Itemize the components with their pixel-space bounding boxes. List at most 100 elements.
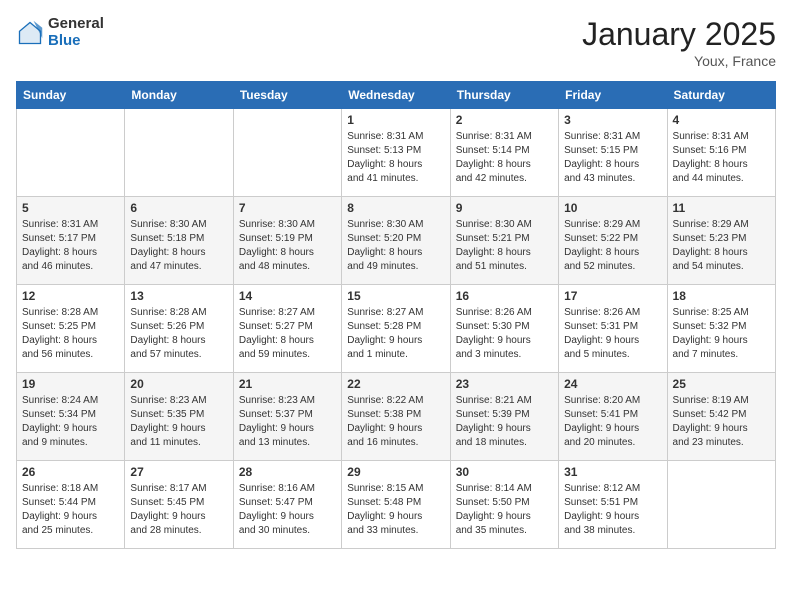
header-day: Monday [125, 82, 233, 109]
day-number: 7 [239, 201, 336, 215]
calendar-week-row: 1Sunrise: 8:31 AM Sunset: 5:13 PM Daylig… [17, 109, 776, 197]
calendar-cell: 20 Sunrise: 8:23 AM Sunset: 5:35 PM Dayli… [125, 373, 233, 461]
day-number: 2 [456, 113, 553, 127]
day-number: 26 [22, 465, 119, 479]
day-number: 30 [456, 465, 553, 479]
day-number: 8 [347, 201, 444, 215]
day-info: Sunrise: 8:20 AM Sunset: 5:41 PM Dayligh… [564, 394, 661, 450]
day-number: 28 [239, 465, 336, 479]
calendar-week-row: 19Sunrise: 8:24 AM Sunset: 5:34 PM Dayli… [17, 373, 776, 461]
calendar-cell: 28 Sunrise: 8:16 AM Sunset: 5:47 PM Dayli… [233, 461, 341, 549]
calendar-cell: 18 Sunrise: 8:25 AM Sunset: 5:32 PM Dayli… [667, 285, 775, 373]
calendar-cell: 23Sunrise: 8:21 AM Sunset: 5:39 PM Dayli… [450, 373, 558, 461]
calendar-week-row: 26Sunrise: 8:18 AM Sunset: 5:44 PM Dayli… [17, 461, 776, 549]
day-info: Sunrise: 8:23 AM Sunset: 5:37 PM Dayligh… [239, 394, 336, 450]
day-info: Sunrise: 8:14 AM Sunset: 5:50 PM Dayligh… [456, 482, 553, 538]
day-info: Sunrise: 8:23 AM Sunset: 5:35 PM Dayligh… [130, 394, 227, 450]
month-title: January 2025 [582, 16, 776, 53]
day-number: 10 [564, 201, 661, 215]
day-info: Sunrise: 8:29 AM Sunset: 5:22 PM Dayligh… [564, 218, 661, 274]
calendar-cell: 13Sunrise: 8:28 AM Sunset: 5:26 PM Dayli… [125, 285, 233, 373]
header-day: Friday [559, 82, 667, 109]
day-number: 25 [673, 377, 770, 391]
day-number: 11 [673, 201, 770, 215]
title-block: January 2025 Youx, France [582, 16, 776, 69]
day-number: 21 [239, 377, 336, 391]
calendar-body: 1Sunrise: 8:31 AM Sunset: 5:13 PM Daylig… [17, 109, 776, 549]
day-number: 6 [130, 201, 227, 215]
calendar-cell: 3 Sunrise: 8:31 AM Sunset: 5:15 PM Daylig… [559, 109, 667, 197]
page-header: General Blue January 2025 Youx, France [16, 16, 776, 69]
header-day: Saturday [667, 82, 775, 109]
day-number: 24 [564, 377, 661, 391]
calendar-cell: 30 Sunrise: 8:14 AM Sunset: 5:50 PM Dayli… [450, 461, 558, 549]
header-row: SundayMondayTuesdayWednesdayThursdayFrid… [17, 82, 776, 109]
day-number: 18 [673, 289, 770, 303]
day-number: 29 [347, 465, 444, 479]
calendar-cell: 14Sunrise: 8:27 AM Sunset: 5:27 PM Dayli… [233, 285, 341, 373]
calendar-week-row: 5 Sunrise: 8:31 AM Sunset: 5:17 PM Daylig… [17, 197, 776, 285]
day-number: 20 [130, 377, 227, 391]
day-number: 5 [22, 201, 119, 215]
calendar-cell: 1Sunrise: 8:31 AM Sunset: 5:13 PM Daylig… [342, 109, 450, 197]
day-info: Sunrise: 8:25 AM Sunset: 5:32 PM Dayligh… [673, 306, 770, 362]
day-number: 15 [347, 289, 444, 303]
day-info: Sunrise: 8:31 AM Sunset: 5:15 PM Dayligh… [564, 130, 661, 186]
day-number: 4 [673, 113, 770, 127]
calendar-cell: 15 Sunrise: 8:27 AM Sunset: 5:28 PM Dayli… [342, 285, 450, 373]
calendar-cell: 10 Sunrise: 8:29 AM Sunset: 5:22 PM Dayli… [559, 197, 667, 285]
day-info: Sunrise: 8:24 AM Sunset: 5:34 PM Dayligh… [22, 394, 119, 450]
day-number: 17 [564, 289, 661, 303]
day-number: 9 [456, 201, 553, 215]
calendar-cell: 26Sunrise: 8:18 AM Sunset: 5:44 PM Dayli… [17, 461, 125, 549]
day-info: Sunrise: 8:30 AM Sunset: 5:19 PM Dayligh… [239, 218, 336, 274]
header-day: Tuesday [233, 82, 341, 109]
day-number: 31 [564, 465, 661, 479]
day-number: 1 [347, 113, 444, 127]
calendar-cell [233, 109, 341, 197]
day-info: Sunrise: 8:19 AM Sunset: 5:42 PM Dayligh… [673, 394, 770, 450]
calendar-cell [125, 109, 233, 197]
day-info: Sunrise: 8:12 AM Sunset: 5:51 PM Dayligh… [564, 482, 661, 538]
header-day: Sunday [17, 82, 125, 109]
day-info: Sunrise: 8:26 AM Sunset: 5:31 PM Dayligh… [564, 306, 661, 362]
location: Youx, France [582, 53, 776, 69]
day-info: Sunrise: 8:30 AM Sunset: 5:21 PM Dayligh… [456, 218, 553, 274]
calendar-cell: 29 Sunrise: 8:15 AM Sunset: 5:48 PM Dayli… [342, 461, 450, 549]
day-info: Sunrise: 8:22 AM Sunset: 5:38 PM Dayligh… [347, 394, 444, 450]
day-info: Sunrise: 8:31 AM Sunset: 5:14 PM Dayligh… [456, 130, 553, 186]
day-number: 27 [130, 465, 227, 479]
calendar-cell: 4Sunrise: 8:31 AM Sunset: 5:16 PM Daylig… [667, 109, 775, 197]
day-number: 13 [130, 289, 227, 303]
logo-general-text: General [48, 16, 104, 33]
calendar-cell: 17 Sunrise: 8:26 AM Sunset: 5:31 PM Dayli… [559, 285, 667, 373]
calendar-cell: 9 Sunrise: 8:30 AM Sunset: 5:21 PM Daylig… [450, 197, 558, 285]
logo: General Blue [16, 16, 104, 49]
day-info: Sunrise: 8:15 AM Sunset: 5:48 PM Dayligh… [347, 482, 444, 538]
calendar-cell: 25 Sunrise: 8:19 AM Sunset: 5:42 PM Dayli… [667, 373, 775, 461]
calendar-cell: 22 Sunrise: 8:22 AM Sunset: 5:38 PM Dayli… [342, 373, 450, 461]
day-info: Sunrise: 8:29 AM Sunset: 5:23 PM Dayligh… [673, 218, 770, 274]
day-info: Sunrise: 8:30 AM Sunset: 5:20 PM Dayligh… [347, 218, 444, 274]
day-number: 14 [239, 289, 336, 303]
day-number: 12 [22, 289, 119, 303]
calendar-cell: 6 Sunrise: 8:30 AM Sunset: 5:18 PM Daylig… [125, 197, 233, 285]
calendar-week-row: 12 Sunrise: 8:28 AM Sunset: 5:25 PM Dayli… [17, 285, 776, 373]
day-info: Sunrise: 8:31 AM Sunset: 5:17 PM Dayligh… [22, 218, 119, 274]
day-info: Sunrise: 8:16 AM Sunset: 5:47 PM Dayligh… [239, 482, 336, 538]
day-info: Sunrise: 8:28 AM Sunset: 5:25 PM Dayligh… [22, 306, 119, 362]
day-number: 22 [347, 377, 444, 391]
day-number: 16 [456, 289, 553, 303]
day-info: Sunrise: 8:30 AM Sunset: 5:18 PM Dayligh… [130, 218, 227, 274]
calendar-cell: 8 Sunrise: 8:30 AM Sunset: 5:20 PM Daylig… [342, 197, 450, 285]
calendar-cell [17, 109, 125, 197]
calendar-cell: 11 Sunrise: 8:29 AM Sunset: 5:23 PM Dayli… [667, 197, 775, 285]
calendar-cell [667, 461, 775, 549]
calendar-cell: 16Sunrise: 8:26 AM Sunset: 5:30 PM Dayli… [450, 285, 558, 373]
calendar-table: SundayMondayTuesdayWednesdayThursdayFrid… [16, 81, 776, 549]
day-info: Sunrise: 8:27 AM Sunset: 5:28 PM Dayligh… [347, 306, 444, 362]
calendar-cell: 31 Sunrise: 8:12 AM Sunset: 5:51 PM Dayli… [559, 461, 667, 549]
day-number: 3 [564, 113, 661, 127]
header-day: Thursday [450, 82, 558, 109]
day-info: Sunrise: 8:21 AM Sunset: 5:39 PM Dayligh… [456, 394, 553, 450]
